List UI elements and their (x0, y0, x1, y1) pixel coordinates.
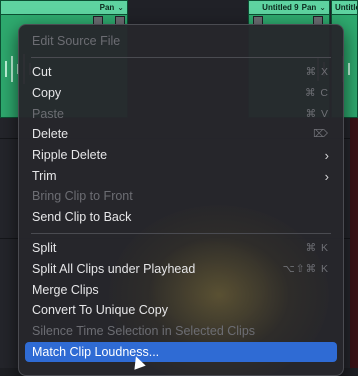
menu-item-ripple-delete[interactable]: Ripple Delete › (25, 145, 337, 165)
menu-item-bring-to-front[interactable]: Bring Clip to Front (25, 186, 337, 206)
menu-item-copy[interactable]: Copy ⌘ C (25, 83, 337, 103)
menu-item-silence-selection[interactable]: Silence Time Selection in Selected Clips (25, 321, 337, 341)
menu-item-convert-unique[interactable]: Convert To Unique Copy (25, 300, 337, 320)
clip-title: Untitle (335, 3, 358, 12)
shortcut-label: ⌘ V (305, 108, 329, 120)
clip-pan-label: Pan (99, 3, 115, 12)
menu-item-label: Split All Clips under Playhead (32, 262, 196, 276)
menu-item-label: Cut (32, 65, 52, 79)
menu-item-label: Copy (32, 86, 62, 100)
clip-title: Untitled 9 (262, 3, 299, 12)
menu-item-label: Paste (32, 107, 64, 121)
menu-item-label: Send Clip to Back (32, 210, 132, 224)
menu-item-label: Bring Clip to Front (32, 189, 133, 203)
menu-item-label: Ripple Delete (32, 148, 108, 162)
menu-item-label: Delete (32, 127, 69, 141)
menu-item-split[interactable]: Split ⌘ K (25, 238, 337, 258)
menu-item-label: Split (32, 241, 57, 255)
menu-item-label: Silence Time Selection in Selected Clips (32, 324, 256, 338)
shortcut-label: ⌘ C (305, 87, 329, 99)
chevron-right-icon: › (324, 147, 329, 163)
menu-item-label: Edit Source File (32, 34, 121, 48)
shortcut-label: ⌘ X (305, 66, 329, 78)
menu-item-delete[interactable]: Delete ⌦ (25, 124, 337, 144)
chevron-down-icon[interactable]: ⌄ (319, 3, 326, 12)
shortcut-label: ⌥⇧⌘ K (282, 263, 329, 275)
clip-header[interactable]: Pan ⌄ (1, 1, 127, 15)
menu-item-send-to-back[interactable]: Send Clip to Back (25, 207, 337, 227)
shortcut-label: ⌘ K (305, 242, 329, 254)
menu-item-label: Trim (32, 169, 57, 183)
menu-item-label: Convert To Unique Copy (32, 303, 168, 317)
menu-item-label: Merge Clips (32, 283, 99, 297)
clip-header[interactable]: Untitle (332, 1, 357, 15)
menu-separator (31, 57, 331, 58)
clip-pan-label: Pan (301, 3, 317, 12)
menu-item-cut[interactable]: Cut ⌘ X (25, 62, 337, 82)
track-edge (350, 118, 358, 368)
menu-item-paste[interactable]: Paste ⌘ V (25, 104, 337, 124)
clip-header[interactable]: Untitled 9 Pan ⌄ (249, 1, 329, 15)
menu-item-trim[interactable]: Trim › (25, 166, 337, 186)
chevron-right-icon: › (324, 168, 329, 184)
menu-item-match-loudness[interactable]: Match Clip Loudness... (25, 342, 337, 362)
chevron-down-icon[interactable]: ⌄ (117, 3, 124, 12)
menu-separator (31, 233, 331, 234)
context-menu: Edit Source File Cut ⌘ X Copy ⌘ C Paste … (18, 24, 344, 376)
menu-item-merge-clips[interactable]: Merge Clips (25, 280, 337, 300)
menu-item-edit-source-file[interactable]: Edit Source File (25, 31, 337, 51)
menu-item-split-all[interactable]: Split All Clips under Playhead ⌥⇧⌘ K (25, 259, 337, 279)
forward-delete-icon: ⌦ (313, 128, 329, 140)
